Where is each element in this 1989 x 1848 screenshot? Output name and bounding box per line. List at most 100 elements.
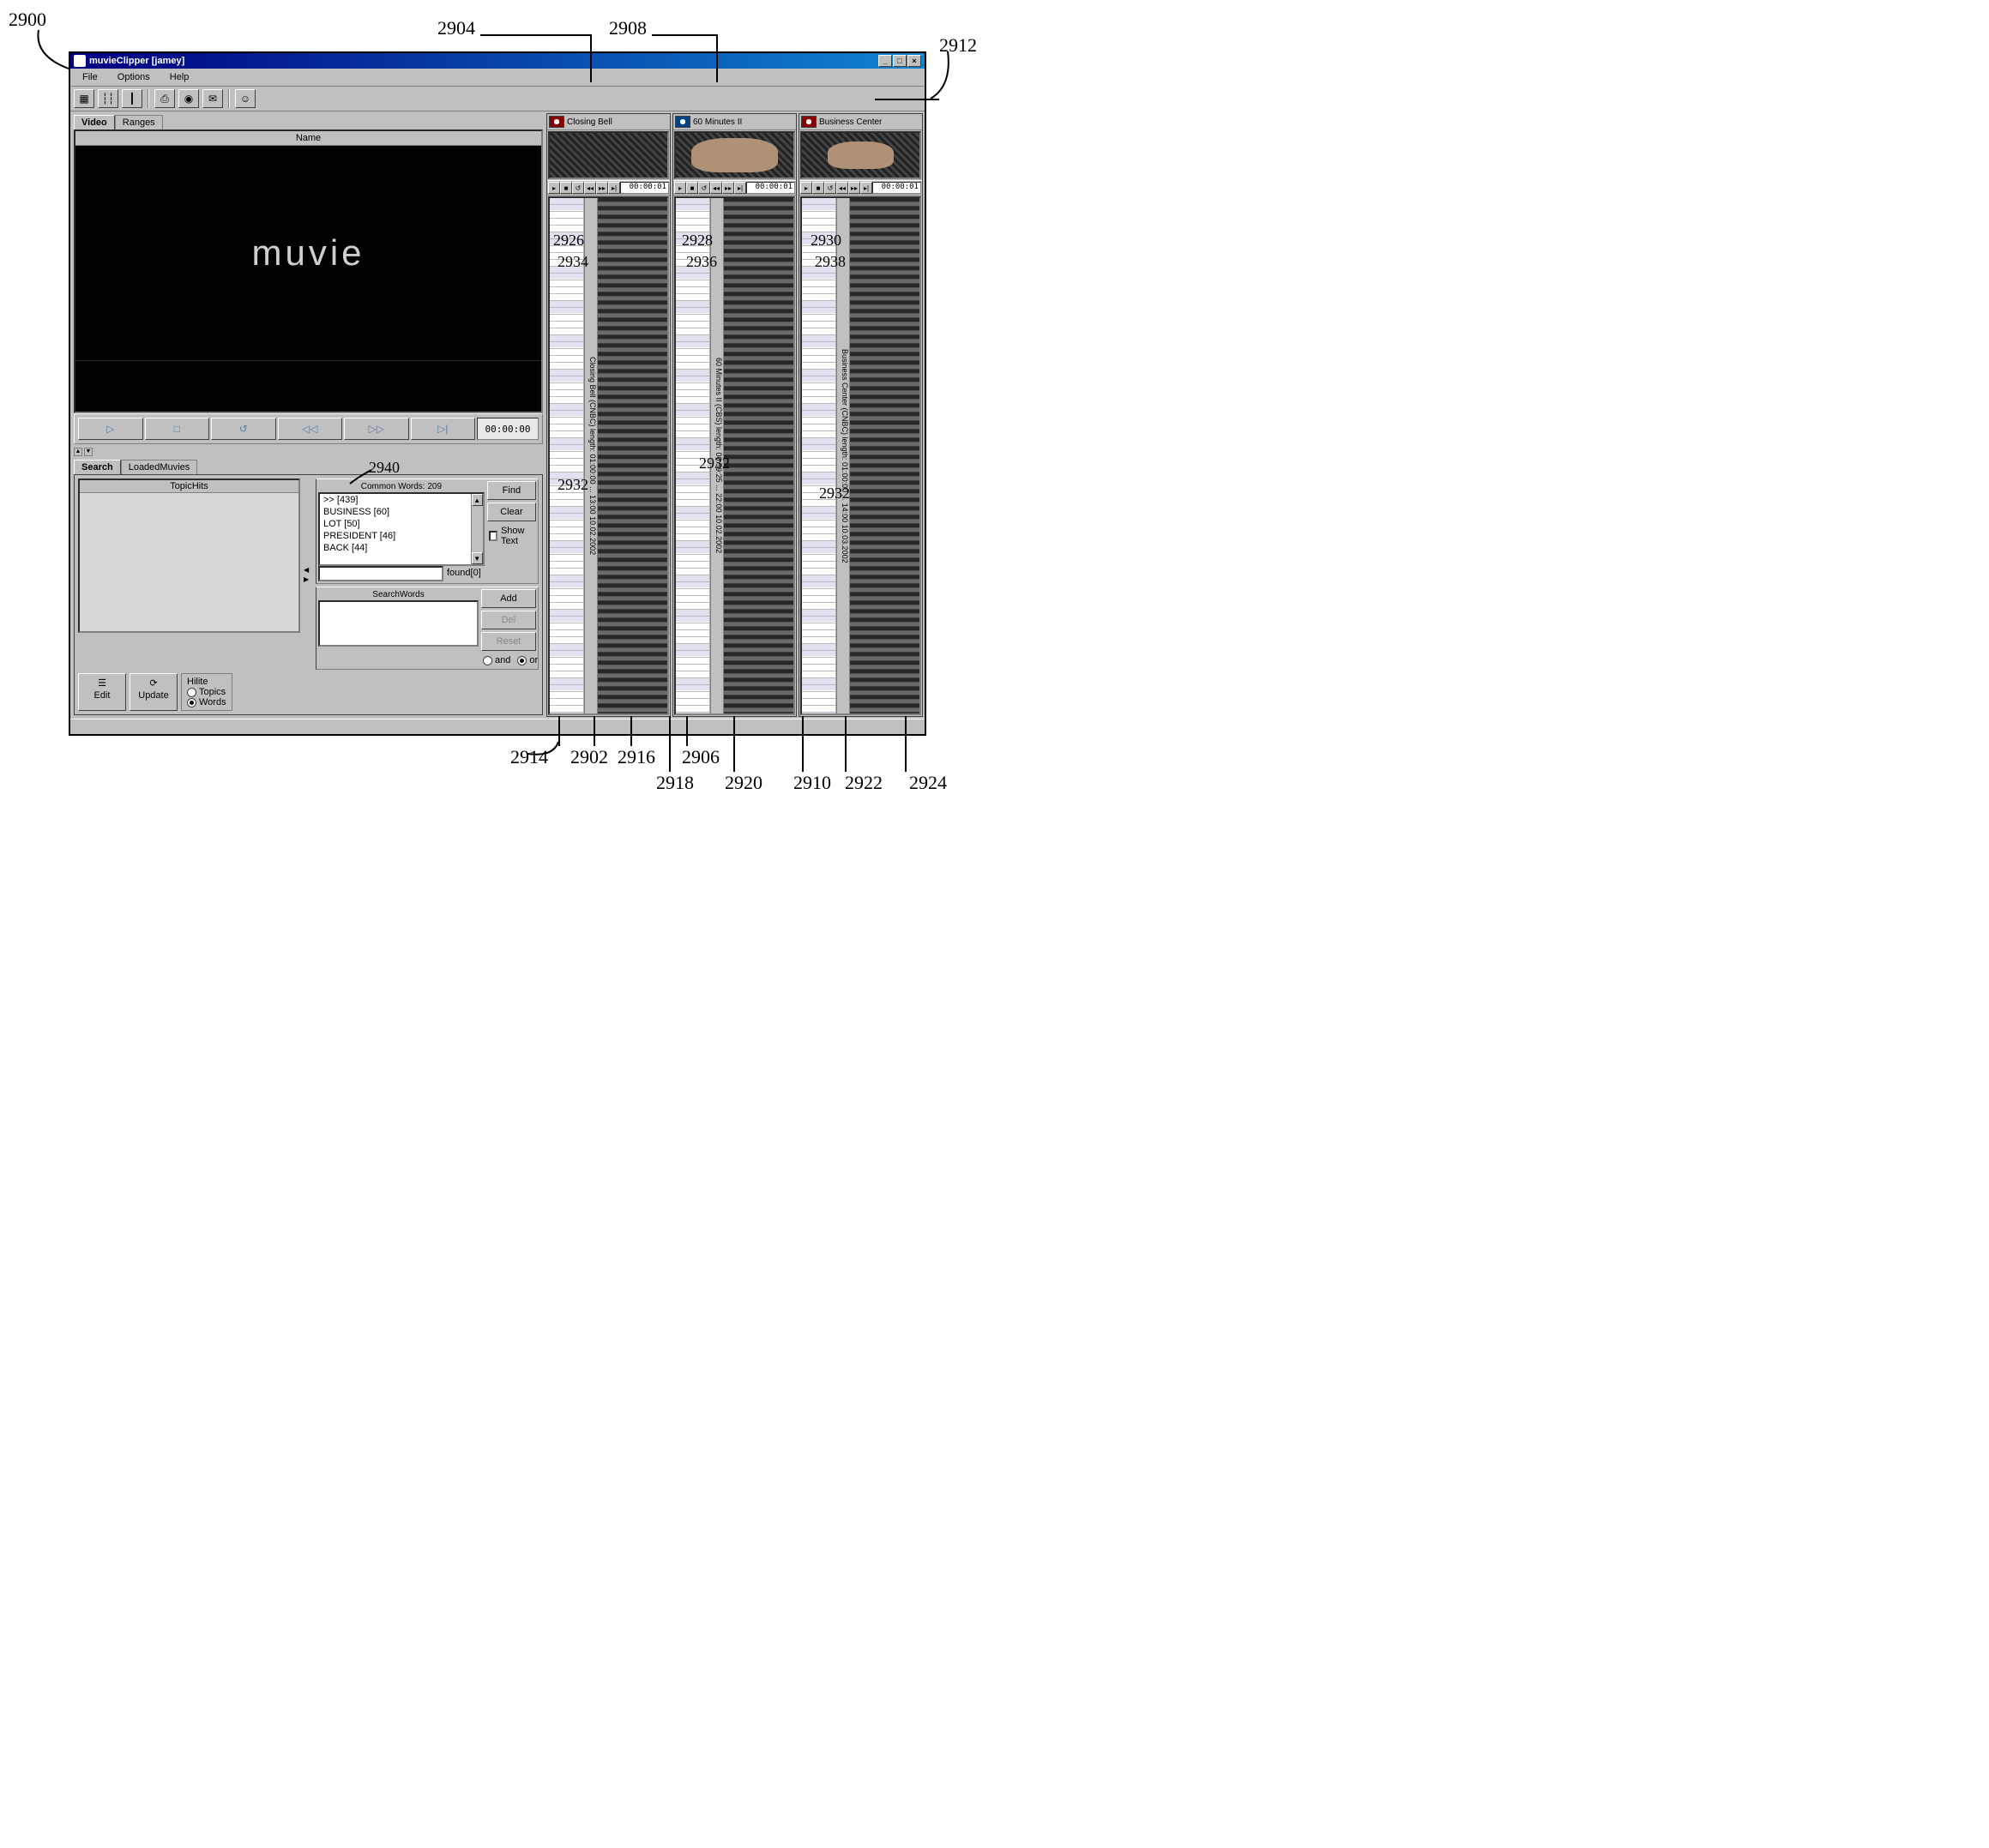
timeline-thumb-track[interactable] (724, 198, 793, 713)
strip-loop-icon[interactable]: ↺ (824, 182, 836, 194)
radio-and[interactable]: and (483, 655, 510, 665)
menu-help[interactable]: Help (161, 70, 198, 84)
found-input[interactable] (318, 566, 443, 581)
clear-button[interactable]: Clear (487, 503, 536, 521)
toolbar-mail-icon[interactable]: ✉ (202, 89, 223, 108)
list-item[interactable]: PRESIDENT [46] (320, 530, 483, 542)
strip-rew-icon[interactable]: ◂◂ (836, 182, 848, 194)
list-item[interactable]: BUSINESS [60] (320, 506, 483, 518)
menu-file[interactable]: File (74, 70, 106, 84)
timeline-thumb-track[interactable] (850, 198, 919, 713)
list-item[interactable]: BACK [44] (320, 542, 483, 554)
strip-rew-icon[interactable]: ◂◂ (710, 182, 722, 194)
toolbar-person-icon[interactable]: ☺ (235, 89, 256, 108)
reset-button[interactable]: Reset (481, 632, 536, 651)
strip-play-icon[interactable]: ▸ (674, 182, 686, 194)
strip-thumbnail[interactable] (674, 131, 795, 179)
strip-thumbnail[interactable] (800, 131, 921, 179)
tab-search[interactable]: Search (74, 460, 121, 474)
common-words-group: Common Words: 209 >> [439] BUSINESS [60]… (316, 479, 539, 584)
strip-loop-icon[interactable]: ↺ (572, 182, 584, 194)
common-words-list[interactable]: >> [439] BUSINESS [60] LOT [50] PRESIDEN… (318, 492, 485, 566)
strip-title: Closing Bell (567, 117, 612, 127)
video-pane: Name muvie (74, 129, 543, 413)
annotation: 2932 (558, 476, 588, 494)
tab-loadedmuvies[interactable]: LoadedMuvies (121, 460, 198, 474)
strip-rew-icon[interactable]: ◂◂ (584, 182, 596, 194)
timeline-body[interactable]: Closing Bell (CNBC) length: 01:00:00 ...… (548, 196, 669, 715)
play-button[interactable]: ▷ (78, 418, 143, 440)
hilite-label: Hilite (187, 677, 226, 687)
strip-play-icon[interactable]: ▸ (800, 182, 812, 194)
timeline-body[interactable]: Business Center (CNBC) length: 01:00:00 … (800, 196, 921, 715)
collapse-down-icon[interactable]: ▼ (84, 448, 93, 456)
annotation: 2922 (845, 772, 883, 794)
show-text-checkbox[interactable]: Show Text (487, 524, 536, 548)
update-button[interactable]: ⟳Update (130, 673, 178, 711)
strip-transport: ▸■↺◂◂▸▸▸| 00:00:01 (673, 180, 796, 196)
annotation: 2934 (558, 253, 588, 271)
status-bar (70, 719, 925, 734)
scroll-up-icon[interactable]: ▲ (472, 494, 483, 506)
toolbar-timeline-icon[interactable]: ┆┆ (98, 89, 118, 108)
strip-fwd-icon[interactable]: ▸▸ (848, 182, 860, 194)
toolbar-grid-icon[interactable]: ▦ (74, 89, 94, 108)
toolbar-printer-icon[interactable]: ⎙ (154, 89, 175, 108)
hilite-group: Hilite Topics Words (181, 673, 232, 711)
timeline-thumb-track[interactable] (598, 198, 667, 713)
close-button[interactable]: × (907, 55, 921, 67)
toolbar-single-icon[interactable]: ┃ (122, 89, 142, 108)
list-item[interactable]: >> [439] (320, 494, 483, 506)
skip-button[interactable]: ▷| (411, 418, 476, 440)
network-logo-icon (549, 116, 564, 128)
collapse-up-icon[interactable]: ▲ (74, 448, 82, 456)
add-button[interactable]: Add (481, 589, 536, 608)
search-panel: TopicHits ◀ ▶ Common Words: 209 (74, 474, 543, 715)
strip-fwd-icon[interactable]: ▸▸ (596, 182, 608, 194)
strip-play-icon[interactable]: ▸ (548, 182, 560, 194)
strip-stop-icon[interactable]: ■ (686, 182, 698, 194)
video-display[interactable]: muvie (75, 146, 541, 360)
arrow-left-icon[interactable]: ◀ (304, 566, 312, 574)
del-button[interactable]: Del (481, 611, 536, 629)
titlebar[interactable]: muvieClipper [jamey] _ □ × (70, 53, 925, 69)
edit-button[interactable]: ☰Edit (78, 673, 126, 711)
tab-video[interactable]: Video (74, 115, 115, 129)
strip-end-icon[interactable]: ▸| (734, 182, 746, 194)
strip-fwd-icon[interactable]: ▸▸ (722, 182, 734, 194)
maximize-button[interactable]: □ (893, 55, 907, 67)
annotation: 2920 (725, 772, 762, 794)
stop-button[interactable]: □ (145, 418, 210, 440)
menubar: File Options Help (70, 69, 925, 87)
minimize-button[interactable]: _ (878, 55, 892, 67)
strip-loop-icon[interactable]: ↺ (698, 182, 710, 194)
list-item[interactable]: LOT [50] (320, 518, 483, 530)
rewind-all-button[interactable]: ↺ (211, 418, 276, 440)
rewind-button[interactable]: ◁◁ (278, 418, 343, 440)
radio-words[interactable]: Words (187, 697, 226, 707)
toolbar: ▦ ┆┆ ┃ ⎙ ◉ ✉ ☺ (70, 87, 925, 111)
find-button[interactable]: Find (487, 481, 536, 500)
radio-or[interactable]: or (517, 655, 538, 665)
strip-end-icon[interactable]: ▸| (860, 182, 872, 194)
timeline-text-track[interactable] (802, 198, 836, 713)
annotation: 2908 (609, 17, 647, 39)
strip-stop-icon[interactable]: ■ (560, 182, 572, 194)
strip-end-icon[interactable]: ▸| (608, 182, 620, 194)
arrow-right-icon[interactable]: ▶ (304, 575, 312, 583)
radio-topics[interactable]: Topics (187, 687, 226, 697)
forward-button[interactable]: ▷▷ (344, 418, 409, 440)
tab-ranges[interactable]: Ranges (115, 115, 163, 129)
toolbar-globe-icon[interactable]: ◉ (178, 89, 199, 108)
timeline-label: Closing Bell (CNBC) length: 01:00:00 ...… (584, 198, 598, 713)
search-words-list[interactable] (318, 600, 479, 647)
annotation: 2930 (811, 232, 841, 250)
strip-stop-icon[interactable]: ■ (812, 182, 824, 194)
timeline-body[interactable]: 60 Minutes II (CBS) length: 00:59:25 ...… (674, 196, 795, 715)
transport-bar: ▷ □ ↺ ◁◁ ▷▷ ▷| 00:00:00 (74, 413, 543, 444)
timeline-text-track[interactable] (550, 198, 584, 713)
menu-options[interactable]: Options (109, 70, 159, 84)
scroll-down-icon[interactable]: ▼ (472, 552, 483, 564)
strip-thumbnail[interactable] (548, 131, 669, 179)
topic-hits-box[interactable]: TopicHits (78, 479, 300, 633)
